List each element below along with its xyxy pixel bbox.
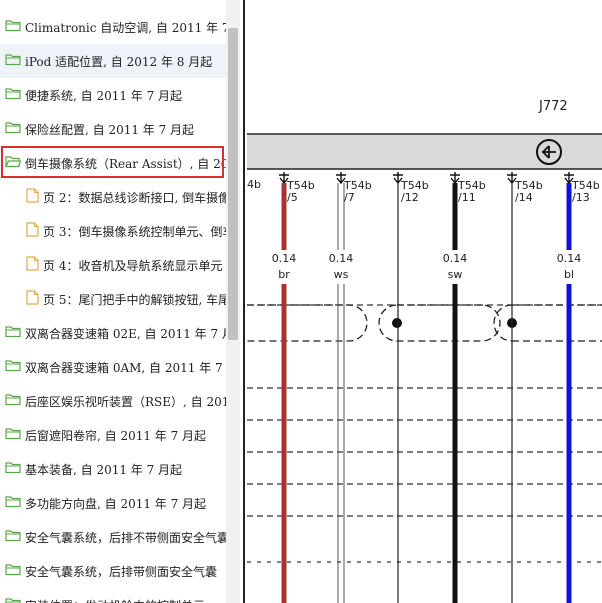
tree-page-item[interactable]: 页 3：倒车摄像系统控制单元、倒车摄像头 — [0, 214, 226, 248]
wire-color-code: ws — [334, 268, 349, 281]
wire — [281, 183, 287, 603]
tree-item-label: iPod 适配位置, 自 2012 年 8 月起 — [25, 54, 213, 69]
tree-folder-item[interactable]: 基本装备, 自 2011 年 7 月起 — [0, 452, 226, 486]
tree-scrollbar[interactable] — [226, 0, 240, 603]
tree-item-label: 后窗遮阳卷帘, 自 2011 年 7 月起 — [25, 428, 207, 443]
tree-folder-item[interactable]: 便捷系统, 自 2011 年 7 月起 — [0, 78, 226, 112]
connector-pin: /13 — [572, 191, 590, 204]
tree-folder-item[interactable]: 倒车摄像系统（Rear Assist）, 自 2011 年 7 月起 — [0, 146, 226, 180]
tree-folder-item[interactable]: 多功能方向盘, 自 2011 年 7 月起 — [0, 486, 226, 520]
tree-item-label: 基本装备, 自 2011 年 7 月起 — [25, 462, 183, 477]
tree-item-label: 双离合器变速箱 0AM, 自 2011 年 7 月起 — [25, 360, 226, 375]
tree-folder-item[interactable]: 后窗遮阳卷帘, 自 2011 年 7 月起 — [0, 418, 226, 452]
page-icon — [26, 256, 39, 274]
dashed-lines — [247, 304, 602, 563]
scrollbar-thumb[interactable] — [228, 28, 238, 340]
tree-folder-item[interactable]: 后座区娱乐视听装置（RSE）, 自 2011 年 7 月起 — [0, 384, 226, 418]
folder-icon — [5, 495, 21, 511]
wire — [566, 183, 572, 603]
tree-panel: Climatronic 自动空调, 自 2011 年 7 月起 iPod 适配位置… — [0, 0, 226, 603]
wiring-diagram-panel: J772 4b T54b/5 0.14 br T54b/7 0.14 ws T54b/12 T… — [247, 0, 602, 603]
tree-page-item[interactable]: 页 5：尾门把手中的解锁按钮, 车尾摄像头 — [0, 282, 226, 316]
tree-folder-item[interactable]: 安全气囊系统，后排不带侧面安全气囊 — [0, 520, 226, 554]
tree-item-label: 多功能方向盘, 自 2011 年 7 月起 — [25, 496, 207, 511]
tree-folder-item[interactable]: 安全气囊系统，后排带侧面安全气囊 — [0, 554, 226, 588]
tree-folder-item[interactable]: 双离合器变速箱 0AM, 自 2011 年 7 月起 — [0, 350, 226, 384]
tree-item-label: 安全气囊系统，后排不带侧面安全气囊 — [25, 530, 226, 545]
wire-color-code: bl — [564, 268, 574, 281]
wire-gauge: 0.14 — [272, 252, 297, 265]
folder-icon — [5, 53, 21, 69]
connector-pin: /12 — [401, 191, 419, 204]
partial-connector-label: 4b — [247, 178, 261, 191]
wire-color-code: br — [278, 268, 290, 281]
connector-pin: /7 — [344, 191, 355, 204]
wire-loops — [247, 304, 602, 342]
folder-icon — [5, 325, 21, 341]
wire-color-code: sw — [448, 268, 463, 281]
tree-item-label: 页 2：数据总线诊断接口, 倒车摄像系统控制单元 — [43, 190, 226, 205]
connector-pin: /5 — [287, 191, 298, 204]
folder-icon — [5, 359, 21, 375]
page-icon — [26, 222, 39, 240]
page-icon — [26, 188, 39, 206]
folder-icon — [5, 393, 21, 409]
tree-item-label: 便捷系统, 自 2011 年 7 月起 — [25, 88, 183, 103]
tree-folder-item[interactable]: 保险丝配置, 自 2011 年 7 月起 — [0, 112, 226, 146]
tree-item-label: 保险丝配置, 自 2011 年 7 月起 — [25, 122, 195, 137]
connector-pin: /14 — [515, 191, 533, 204]
tree-item-label: 倒车摄像系统（Rear Assist）, 自 2011 年 7 月起 — [25, 156, 226, 171]
junction-dot — [392, 318, 402, 328]
tree-item-label: 页 5：尾门把手中的解锁按钮, 车尾摄像头 — [43, 292, 226, 307]
connector-pin: /11 — [458, 191, 476, 204]
folder-icon — [5, 529, 21, 545]
tree-item-label: 页 3：倒车摄像系统控制单元、倒车摄像头 — [43, 224, 226, 239]
wire-loop — [247, 304, 368, 342]
folder-icon — [5, 597, 21, 603]
tree-item-label: Climatronic 自动空调, 自 2011 年 7 月起 — [25, 20, 226, 35]
tree-folder-item[interactable]: 安装位置：发动机舱中的控制单元 — [0, 588, 226, 603]
tree-item-label: 安装位置：发动机舱中的控制单元 — [25, 597, 205, 603]
tree-page-item[interactable]: 页 2：数据总线诊断接口, 倒车摄像系统控制单元 — [0, 180, 226, 214]
folder-icon — [5, 461, 21, 477]
folder-icon — [5, 563, 21, 579]
tree-item-label: 后座区娱乐视听装置（RSE）, 自 2011 年 7 月起 — [25, 394, 226, 409]
tree-folder-item[interactable]: 双离合器变速箱 02E, 自 2011 年 7 月起 — [0, 316, 226, 350]
component-label: J772 — [538, 99, 568, 114]
tree-page-item[interactable]: 页 4：收音机及导航系统显示单元 — [0, 248, 226, 282]
tree-item-label: 页 4：收音机及导航系统显示单元 — [43, 258, 223, 273]
wiring-diagram: J772 4b T54b/50.14brT54b/70.14wsT54b/12T… — [247, 99, 602, 603]
wire — [452, 183, 458, 603]
folder-icon — [5, 87, 21, 103]
wire-gauge: 0.14 — [329, 252, 354, 265]
folder-icon — [5, 427, 21, 443]
tree-item-label: 安全气囊系统，后排带侧面安全气囊 — [25, 564, 218, 579]
folder-icon — [5, 19, 21, 35]
tree-item-label: 双离合器变速箱 02E, 自 2011 年 7 月起 — [25, 326, 226, 341]
tree-folder-item[interactable]: Climatronic 自动空调, 自 2011 年 7 月起 — [0, 10, 226, 44]
wire-gauge: 0.14 — [443, 252, 468, 265]
panel-divider[interactable] — [240, 0, 245, 603]
page-icon — [26, 290, 39, 308]
folder-icon — [5, 121, 21, 137]
wire-gauge: 0.14 — [557, 252, 582, 265]
folder-open-icon — [5, 155, 22, 171]
tree-folder-item[interactable]: iPod 适配位置, 自 2012 年 8 月起 — [0, 44, 226, 78]
